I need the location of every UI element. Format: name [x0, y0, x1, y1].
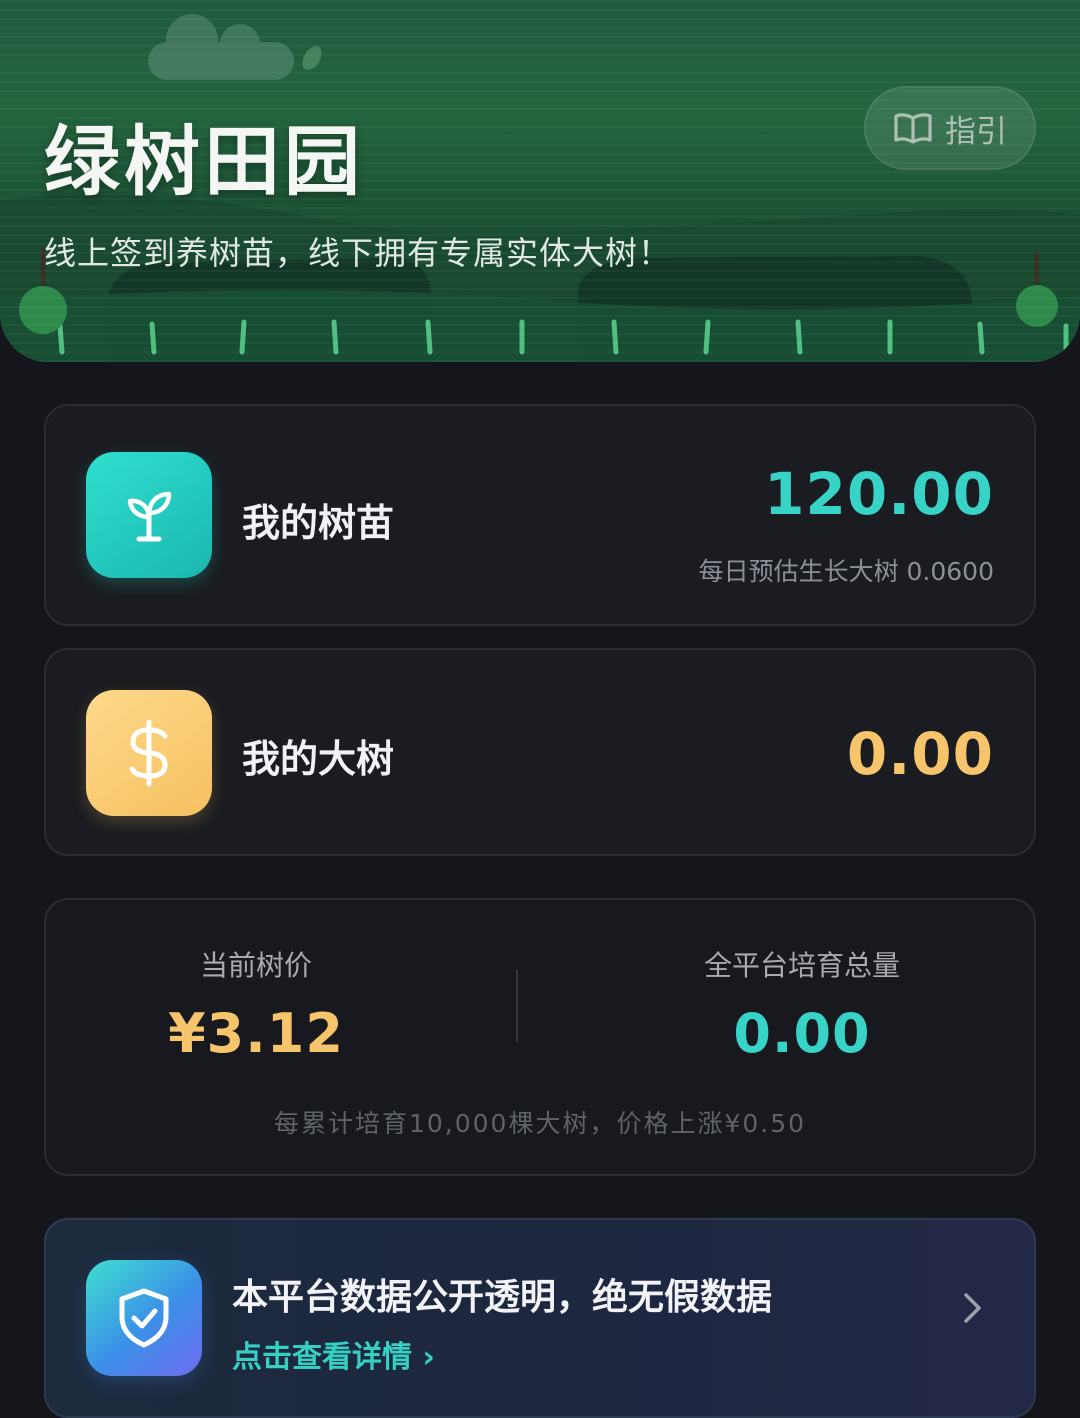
price-rule-note: 每累计培育10,000棵大树，价格上涨¥0.50 [273, 1109, 807, 1138]
view-details-link[interactable]: 点击查看详情 › [232, 1332, 435, 1376]
my-seedlings-label: 我的树苗 [242, 501, 395, 545]
dollar-icon-tile [86, 690, 212, 816]
my-seedlings-card[interactable]: 我的树苗 120.00 每日预估生长大树 0.0600 [44, 404, 1036, 626]
current-price-value: ¥3.12 [168, 1002, 344, 1065]
shield-icon-tile [86, 1260, 202, 1376]
tree-price-card: 当前树价 ¥3.12 全平台培育总量 0.00 每累计培育10,000棵大树，价… [44, 898, 1036, 1176]
my-trees-label: 我的大树 [242, 737, 395, 781]
my-seedlings-value: 120.00 [764, 460, 994, 528]
stats-divider [516, 970, 518, 1042]
my-trees-card[interactable]: 我的大树 0.00 [44, 648, 1036, 856]
platform-total-label: 全平台培育总量 [703, 949, 900, 982]
seedling-icon [127, 491, 172, 542]
chevron-right-icon[interactable] [954, 1290, 990, 1326]
transparency-title: 本平台数据公开透明，绝无假数据 [232, 1277, 773, 1318]
shield-check-icon [119, 1288, 169, 1348]
daily-growth-estimate: 每日预估生长大树 0.0600 [698, 557, 994, 586]
guide-button[interactable]: 指引 [864, 86, 1036, 170]
header-banner: 绿树田园 线上签到养树苗，线下拥有专属实体大树！ 指引 [0, 0, 1080, 362]
current-price-label: 当前树价 [199, 949, 312, 982]
dollar-icon [129, 719, 168, 787]
my-trees-value: 0.00 [846, 720, 994, 788]
app-title: 绿树田园 [44, 117, 364, 206]
guide-button-label: 指引 [945, 113, 1007, 150]
seedling-icon-tile [86, 452, 212, 578]
book-icon [894, 113, 932, 144]
platform-total-value: 0.00 [733, 1002, 871, 1065]
data-transparency-banner[interactable]: 本平台数据公开透明，绝无假数据 点击查看详情 › [44, 1218, 1036, 1418]
app-subtitle: 线上签到养树苗，线下拥有专属实体大树！ [44, 234, 672, 272]
